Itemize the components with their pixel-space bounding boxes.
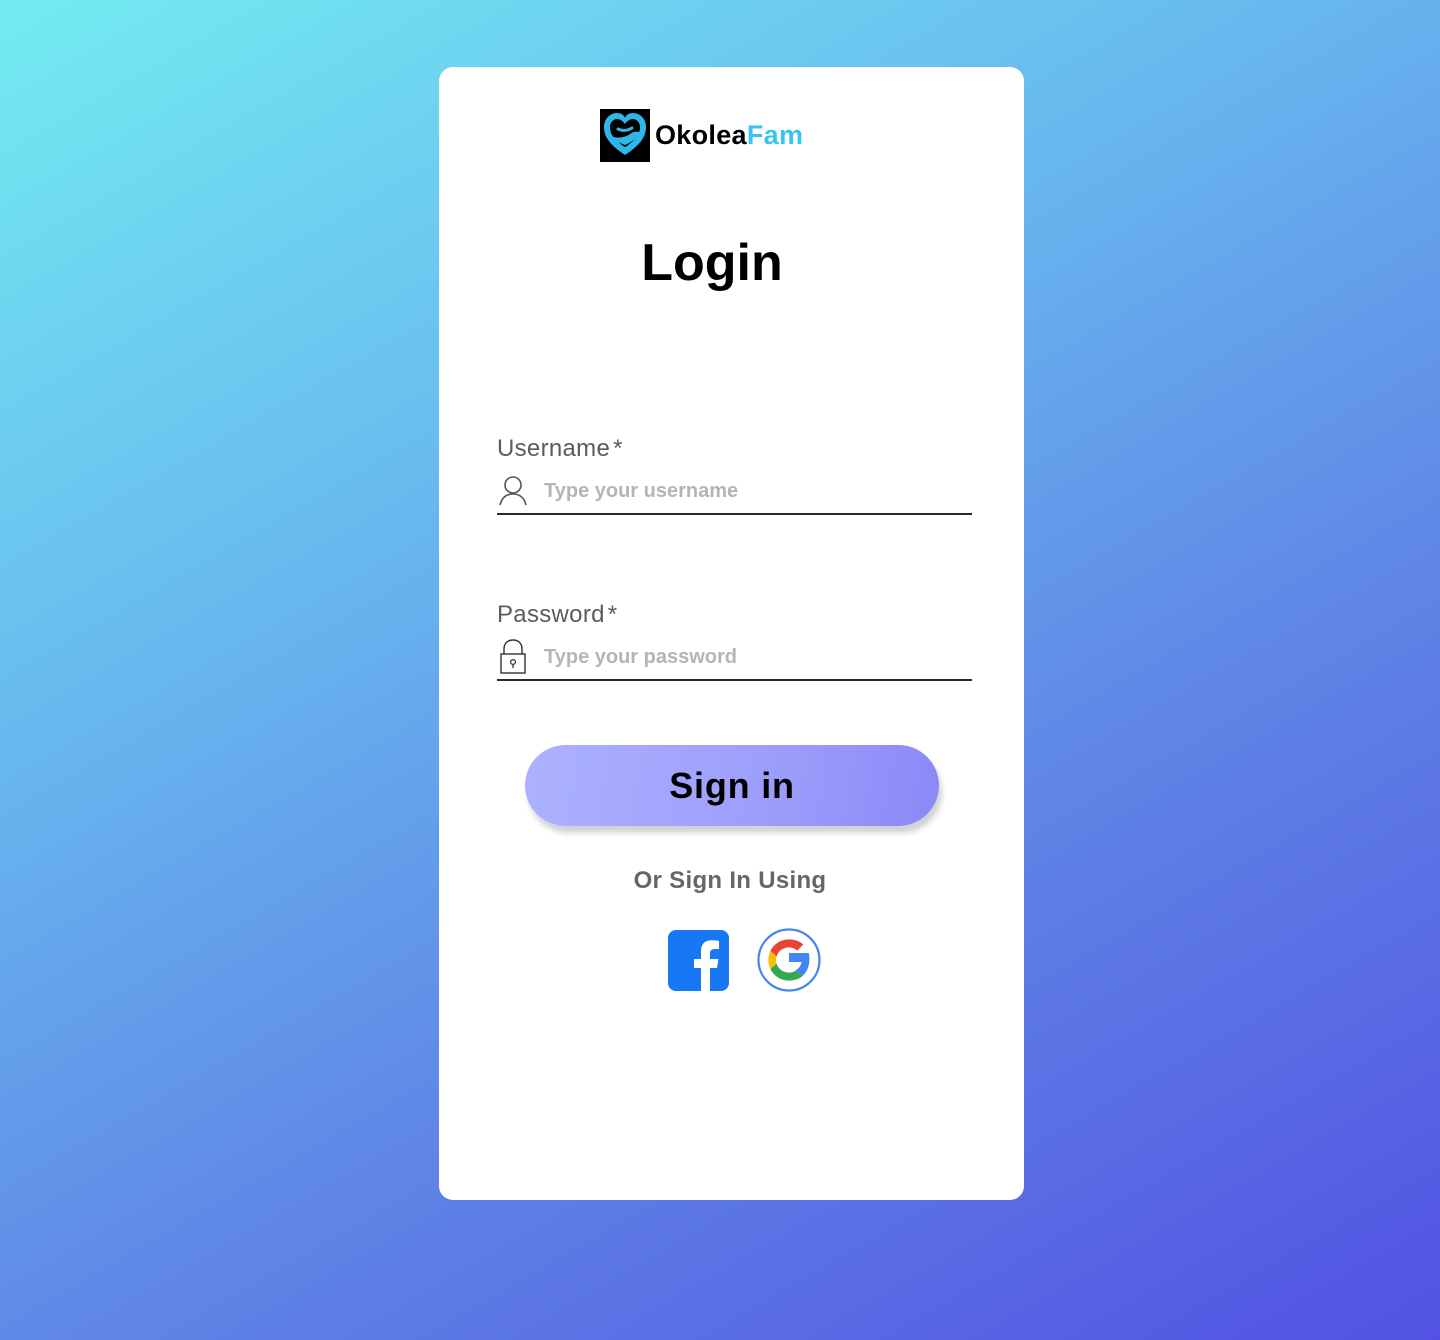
username-field: Username *	[497, 435, 972, 515]
password-label-row: Password *	[497, 601, 972, 629]
page-title: Login	[641, 234, 783, 292]
username-input-row	[497, 469, 972, 515]
password-input-row	[497, 635, 972, 681]
password-label: Password	[497, 601, 605, 628]
required-marker: *	[613, 435, 623, 462]
password-field: Password *	[497, 601, 972, 681]
brand-name-part2: Fam	[746, 120, 804, 150]
username-label: Username	[497, 435, 611, 462]
sign-in-button[interactable]: Sign in	[525, 745, 939, 826]
required-marker: *	[607, 601, 618, 628]
facebook-icon[interactable]	[668, 929, 729, 991]
username-input[interactable]	[542, 478, 946, 504]
user-icon	[497, 473, 529, 509]
password-input[interactable]	[542, 644, 946, 670]
google-icon[interactable]	[757, 928, 821, 992]
alternative-signin-text: Or Sign In Using	[633, 867, 827, 894]
brand: OkoleaFam	[600, 109, 803, 162]
login-card: OkoleaFam Login Username* Password*	[439, 67, 1024, 1200]
heart-hands-logo-icon	[600, 109, 650, 162]
brand-name: OkoleaFam	[655, 120, 803, 151]
lock-icon	[497, 639, 529, 675]
brand-name-part1: Okolea	[655, 120, 747, 150]
username-label-row: Username *	[497, 435, 972, 463]
social-login-group	[668, 928, 821, 992]
